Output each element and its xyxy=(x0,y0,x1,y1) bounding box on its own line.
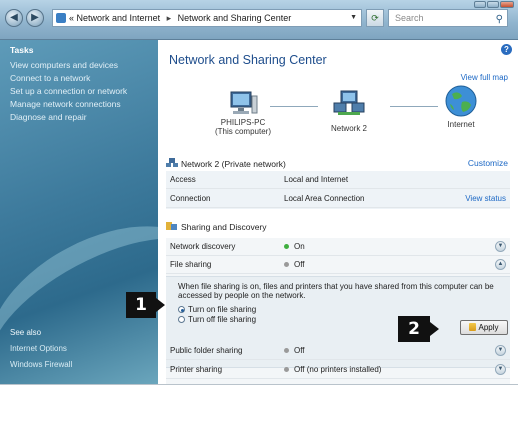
main-panel: ? Network and Sharing Center View full m… xyxy=(158,40,518,390)
map-internet-name: Internet xyxy=(447,120,475,129)
map-node-internet[interactable]: Internet xyxy=(426,84,496,129)
sidebar-see-also-heading: See also xyxy=(10,328,42,337)
screenshot-frame: ◀ ▶ « Network and Internet ▸ Network and… xyxy=(0,0,518,428)
chevron-down-icon[interactable]: ▼ xyxy=(350,10,357,26)
customize-link[interactable]: Customize xyxy=(468,158,508,168)
map-connector xyxy=(270,106,318,107)
breadcrumb-separator-icon: ▸ xyxy=(166,13,172,23)
globe-icon xyxy=(445,85,477,117)
status-on-icon xyxy=(284,244,289,250)
breadcrumb-network-and-internet[interactable]: Network and Internet xyxy=(77,13,161,23)
map-computer-name: PHILIPS-PC xyxy=(220,118,266,127)
sharing-key: Printer sharing xyxy=(170,365,223,374)
callout-2-arrow xyxy=(430,322,439,336)
network-info-table: Access Local and Internet Connection Loc… xyxy=(166,171,510,209)
refresh-button[interactable]: ⟳ xyxy=(366,9,384,27)
sidebar: Tasks View computers and devices Connect… xyxy=(0,40,239,428)
callout-1-arrow xyxy=(156,298,165,312)
forward-button[interactable]: ▶ xyxy=(26,9,44,27)
network-icon xyxy=(333,90,365,115)
sharing-value: Off xyxy=(284,346,305,355)
status-off-icon xyxy=(284,262,289,268)
sharing-icon xyxy=(166,222,177,230)
search-placeholder: Search xyxy=(395,13,424,23)
radio-empty-icon xyxy=(178,316,185,324)
sidebar-task-manage-connections[interactable]: Manage network connections xyxy=(10,99,121,109)
network-name: Network 2 (Private network) xyxy=(181,159,286,169)
sidebar-task-connect[interactable]: Connect to a network xyxy=(10,73,90,83)
network-icon xyxy=(166,158,178,167)
status-off-icon xyxy=(284,367,289,373)
minimize-button[interactable] xyxy=(474,1,486,8)
back-button[interactable]: ◀ xyxy=(5,9,23,27)
callout-1: 1 xyxy=(126,292,156,318)
info-row-connection: Connection Local Area Connection View st… xyxy=(166,190,510,208)
sharing-row-file-sharing[interactable]: File sharing Off ▲ xyxy=(166,256,510,274)
chevron-down-icon[interactable]: ▼ xyxy=(495,364,506,375)
map-computer-sub: (This computer) xyxy=(214,127,271,136)
sidebar-heading: Tasks xyxy=(10,45,34,55)
computer-icon xyxy=(230,91,258,114)
address-bar[interactable]: « Network and Internet ▸ Network and Sha… xyxy=(52,9,362,27)
chevron-down-icon[interactable]: ▼ xyxy=(495,345,506,356)
sharing-key: File sharing xyxy=(170,260,212,269)
sharing-section-header: Sharing and Discovery xyxy=(166,221,510,232)
status-off-icon xyxy=(284,348,289,354)
search-icon[interactable]: ⚲ xyxy=(496,12,503,28)
info-key: Connection xyxy=(170,194,211,203)
radio-turn-on-file-sharing[interactable]: Turn on file sharing xyxy=(178,305,256,314)
sidebar-link-internet-options[interactable]: Internet Options xyxy=(10,344,67,353)
help-icon[interactable]: ? xyxy=(501,44,512,55)
page-title: Network and Sharing Center xyxy=(169,53,327,67)
radio-turn-off-file-sharing[interactable]: Turn off file sharing xyxy=(178,315,256,324)
sharing-key: Network discovery xyxy=(170,242,236,251)
shield-icon xyxy=(469,323,477,331)
search-input[interactable]: Search ⚲ xyxy=(388,9,508,27)
info-row-access: Access Local and Internet xyxy=(166,171,510,189)
network-folder-icon xyxy=(56,13,66,23)
sharing-row-public-folder[interactable]: Public folder sharing Off ▼ xyxy=(166,342,510,360)
map-network-name: Network 2 xyxy=(330,124,367,133)
address-prefix: « xyxy=(69,13,75,23)
maximize-button[interactable] xyxy=(487,1,499,8)
close-button[interactable] xyxy=(500,1,514,8)
callout-2: 2 xyxy=(398,316,430,342)
view-status-link[interactable]: View status xyxy=(465,194,506,203)
apply-button[interactable]: Apply xyxy=(460,320,508,335)
info-key: Access xyxy=(170,175,196,184)
bottom-margin xyxy=(0,384,518,414)
sharing-value: Off xyxy=(284,260,305,269)
sidebar-task-view-computers[interactable]: View computers and devices xyxy=(10,60,118,70)
sharing-row-network-discovery[interactable]: Network discovery On ▼ xyxy=(166,238,510,256)
sidebar-task-diagnose[interactable]: Diagnose and repair xyxy=(10,112,87,122)
info-value: Local and Internet xyxy=(284,175,349,184)
chevron-up-icon[interactable]: ▲ xyxy=(495,259,506,270)
view-full-map-link[interactable]: View full map xyxy=(461,73,508,82)
map-node-network[interactable]: Network 2 xyxy=(314,90,384,133)
window-titlebar: ◀ ▶ « Network and Internet ▸ Network and… xyxy=(0,0,518,40)
info-value: Local Area Connection xyxy=(284,194,365,203)
sidebar-link-windows-firewall[interactable]: Windows Firewall xyxy=(10,360,72,369)
breadcrumb-network-and-sharing-center[interactable]: Network and Sharing Center xyxy=(178,13,292,23)
sidebar-task-setup-connection[interactable]: Set up a connection or network xyxy=(10,86,127,96)
window-controls xyxy=(474,1,514,8)
sharing-value: On xyxy=(284,242,305,251)
radio-selected-icon xyxy=(178,306,185,314)
sharing-key: Public folder sharing xyxy=(170,346,243,355)
sharing-row-printer[interactable]: Printer sharing Off (no printers install… xyxy=(166,361,510,379)
file-sharing-description: When file sharing is on, files and print… xyxy=(178,282,494,300)
chevron-down-icon[interactable]: ▼ xyxy=(495,241,506,252)
sharing-value: Off (no printers installed) xyxy=(284,365,381,374)
sharing-heading: Sharing and Discovery xyxy=(181,222,267,232)
map-node-computer[interactable]: PHILIPS-PC (This computer) xyxy=(208,90,278,136)
network-section-header: Network 2 (Private network) Customize xyxy=(166,158,510,169)
